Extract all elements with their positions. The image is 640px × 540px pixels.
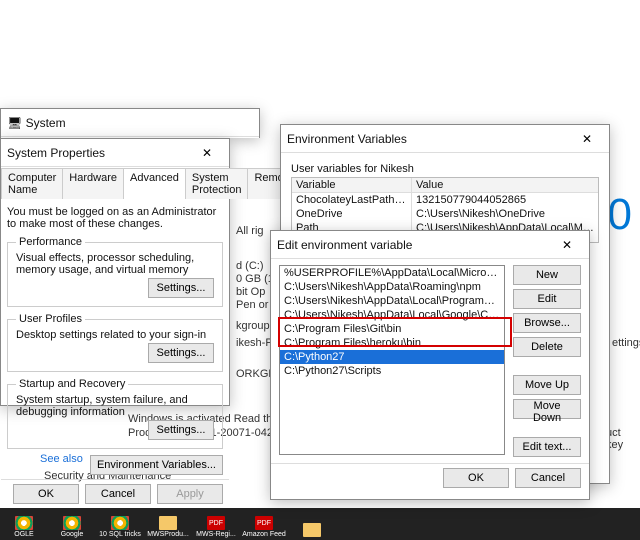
- taskbar: OGLE Google 10 SQL tricks MWSProdu... PD…: [0, 508, 640, 540]
- move-down-button[interactable]: Move Down: [513, 399, 581, 419]
- cancel-button[interactable]: Cancel: [85, 484, 151, 504]
- peek-text: Pen or: [236, 299, 268, 311]
- user-profiles-desc: Desktop settings related to your sign-in: [16, 329, 214, 341]
- tab-system-protection[interactable]: System Protection: [185, 168, 249, 199]
- taskbar-item[interactable]: PDFAmazon Feed: [240, 508, 288, 540]
- startup-legend: Startup and Recovery: [16, 378, 128, 390]
- peek-text: All rig: [236, 225, 264, 237]
- taskbar-item[interactable]: Google: [48, 508, 96, 540]
- ok-button[interactable]: OK: [13, 484, 79, 504]
- taskbar-item[interactable]: OGLE: [0, 508, 48, 540]
- cancel-button[interactable]: Cancel: [515, 468, 581, 488]
- column-value[interactable]: Value: [412, 178, 598, 192]
- taskbar-item[interactable]: MWSProdu...: [144, 508, 192, 540]
- delete-button[interactable]: Delete: [513, 337, 581, 357]
- performance-settings-button[interactable]: Settings...: [148, 278, 214, 298]
- titlebar[interactable]: System Properties ✕: [1, 139, 229, 167]
- tab-strip: Computer Name Hardware Advanced System P…: [1, 167, 229, 199]
- product-key-link[interactable]: uct key: [606, 427, 640, 451]
- close-icon[interactable]: ✕: [191, 142, 223, 164]
- close-icon[interactable]: ✕: [571, 128, 603, 150]
- list-item[interactable]: C:\Program Files\Git\bin: [280, 322, 504, 336]
- taskbar-item[interactable]: 10 SQL tricks: [96, 508, 144, 540]
- taskbar-item[interactable]: [288, 508, 336, 540]
- move-up-button[interactable]: Move Up: [513, 375, 581, 395]
- startup-settings-button[interactable]: Settings...: [148, 420, 214, 440]
- chrome-icon: [63, 516, 81, 530]
- table-row[interactable]: OneDriveC:\Users\Nikesh\OneDrive: [292, 207, 598, 221]
- performance-legend: Performance: [16, 236, 85, 248]
- list-item[interactable]: C:\Users\Nikesh\AppData\Local\Programs\M…: [280, 294, 504, 308]
- browse-button[interactable]: Browse...: [513, 313, 581, 333]
- peek-text: kgroup: [236, 320, 270, 332]
- pdf-icon: PDF: [207, 516, 225, 530]
- user-profiles-settings-button[interactable]: Settings...: [148, 343, 214, 363]
- user-profiles-legend: User Profiles: [16, 313, 85, 325]
- titlebar[interactable]: Edit environment variable ✕: [271, 231, 589, 259]
- performance-desc: Visual effects, processor scheduling, me…: [16, 252, 214, 276]
- list-item[interactable]: %USERPROFILE%\AppData\Local\Microsoft\Wi…: [280, 266, 504, 280]
- startup-desc: System startup, system failure, and debu…: [16, 394, 214, 418]
- explorer-icon: [303, 523, 321, 537]
- edit-text-button[interactable]: Edit text...: [513, 437, 581, 457]
- new-button[interactable]: New: [513, 265, 581, 285]
- edit-environment-variable-dialog: Edit environment variable ✕ %USERPROFILE…: [270, 230, 590, 500]
- dialog-title: Edit environment variable: [277, 238, 412, 252]
- dialog-title: Environment Variables: [287, 132, 407, 146]
- folder-icon: [159, 516, 177, 530]
- peek-text: 0 GB (1: [236, 273, 274, 285]
- settings-link[interactable]: ettings: [612, 337, 640, 349]
- list-item[interactable]: C:\Users\Nikesh\AppData\Local\Google\Clo…: [280, 308, 504, 322]
- close-icon[interactable]: ✕: [551, 234, 583, 256]
- edit-button[interactable]: Edit: [513, 289, 581, 309]
- tab-advanced[interactable]: Advanced: [123, 168, 186, 199]
- pdf-icon: PDF: [255, 516, 273, 530]
- column-variable[interactable]: Variable: [292, 178, 412, 192]
- system-properties-dialog: System Properties ✕ Computer Name Hardwa…: [0, 138, 230, 406]
- peek-text: ikesh-P: [236, 337, 273, 349]
- user-profiles-group: User Profiles Desktop settings related t…: [7, 313, 223, 372]
- list-item[interactable]: C:\Users\Nikesh\AppData\Roaming\npm: [280, 280, 504, 294]
- system-window: 🖥 System: [0, 108, 260, 138]
- dialog-title: System Properties: [7, 146, 105, 160]
- chrome-icon: [111, 516, 129, 530]
- system-title: System: [26, 116, 66, 130]
- startup-recovery-group: Startup and Recovery System startup, sys…: [7, 378, 223, 449]
- list-item[interactable]: C:\Python27: [280, 350, 504, 364]
- admin-notice: You must be logged on as an Administrato…: [7, 206, 223, 230]
- computer-icon: 🖥: [7, 116, 22, 130]
- chrome-icon: [15, 516, 33, 530]
- table-row[interactable]: ChocolateyLastPathUpdate1321507790440528…: [292, 193, 598, 207]
- ok-button[interactable]: OK: [443, 468, 509, 488]
- tab-hardware[interactable]: Hardware: [62, 168, 124, 199]
- environment-variables-button[interactable]: Environment Variables...: [90, 455, 223, 475]
- user-variables-label: User variables for Nikesh: [291, 163, 599, 175]
- tab-computer-name[interactable]: Computer Name: [1, 168, 63, 199]
- list-item[interactable]: C:\Python27\Scripts: [280, 364, 504, 378]
- peek-text: bit Op: [236, 286, 265, 298]
- performance-group: Performance Visual effects, processor sc…: [7, 236, 223, 307]
- taskbar-item[interactable]: PDFMWS-Regi...: [192, 508, 240, 540]
- path-entries-list[interactable]: %USERPROFILE%\AppData\Local\Microsoft\Wi…: [279, 265, 505, 455]
- apply-button[interactable]: Apply: [157, 484, 223, 504]
- peek-text: d (C:): [236, 260, 264, 272]
- list-item[interactable]: C:\Program Files\heroku\bin: [280, 336, 504, 350]
- titlebar[interactable]: Environment Variables ✕: [281, 125, 609, 153]
